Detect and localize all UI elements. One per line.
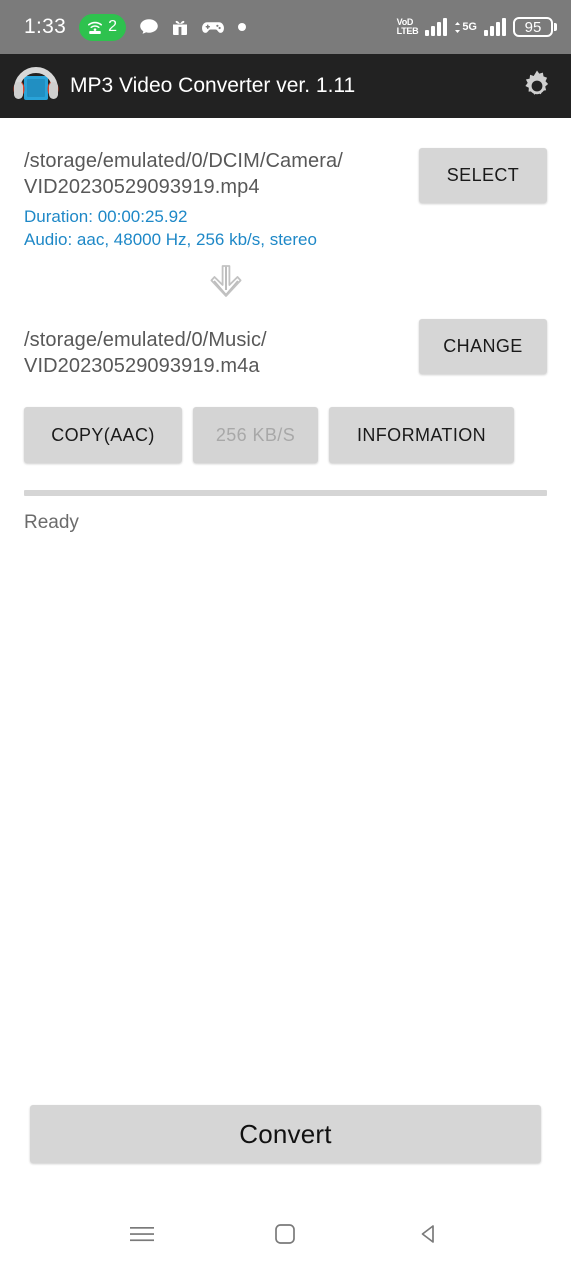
volte-line-1: VoD (396, 16, 414, 27)
arrow-down-icon (210, 265, 241, 297)
gear-icon[interactable] (517, 66, 557, 106)
battery-icon: 95 (513, 17, 557, 37)
output-path-line-1: /storage/emulated/0/Music/ (24, 329, 267, 351)
volte-icon: VoD LTEB (396, 16, 419, 37)
main-content: /storage/emulated/0/DCIM/Camera/ VID2023… (0, 118, 571, 534)
signal-bars-sim2-icon (484, 18, 506, 36)
home-square-icon[interactable] (257, 1212, 313, 1256)
dot-icon (237, 23, 246, 31)
game-controller-icon (201, 19, 225, 35)
input-file-paths: /storage/emulated/0/DCIM/Camera/ VID2023… (24, 118, 413, 251)
network-type-label: 5G (462, 20, 477, 33)
status-bar: 1:33 2 VoD LTEB 5G 95 (0, 0, 571, 54)
conversion-progress-bar (24, 490, 547, 496)
codec-button[interactable]: COPY(AAC) (24, 407, 182, 463)
information-button[interactable]: INFORMATION (329, 407, 514, 463)
bitrate-button[interactable]: 256 KB/S (193, 407, 318, 463)
convert-button-container: Convert (0, 1105, 571, 1163)
signal-bars-sim1-icon (425, 18, 448, 36)
battery-percent: 95 (513, 17, 553, 37)
input-audio-info: Audio: aac, 48000 Hz, 256 kb/s, stereo (24, 230, 317, 249)
output-file-row: /storage/emulated/0/Music/ VID2023052909… (24, 303, 547, 379)
change-button[interactable]: CHANGE (419, 319, 547, 374)
back-triangle-icon[interactable] (401, 1212, 457, 1256)
volte-line-2: LTEB (396, 26, 419, 36)
input-path-line-1: /storage/emulated/0/DCIM/Camera/ (24, 150, 343, 172)
convert-button[interactable]: Convert (30, 1105, 541, 1163)
input-duration: Duration: 00:00:25.92 (24, 207, 188, 226)
network-type-5g-icon: 5G (454, 20, 477, 33)
options-button-row: COPY(AAC) 256 KB/S INFORMATION (24, 407, 547, 463)
output-path-line-2: VID20230529093919.m4a (24, 355, 260, 377)
status-time: 1:33 (24, 15, 67, 38)
status-text: Ready (24, 512, 79, 533)
status-bar-left: 1:33 2 (24, 13, 397, 41)
hotspot-count: 2 (108, 18, 117, 35)
gift-box-icon (172, 19, 188, 36)
app-bar: MP3 Video Converter ver. 1.11 (0, 54, 571, 118)
input-path-line-2: VID20230529093919.mp4 (24, 176, 260, 198)
android-nav-bar (0, 1200, 571, 1268)
flow-arrow (24, 263, 427, 303)
input-file-row: /storage/emulated/0/DCIM/Camera/ VID2023… (24, 118, 547, 251)
headphones-app-icon (10, 62, 62, 110)
chat-bubble-icon (139, 18, 159, 36)
page-title: MP3 Video Converter ver. 1.11 (70, 74, 356, 97)
output-file-paths: /storage/emulated/0/Music/ VID2023052909… (24, 303, 413, 379)
select-button[interactable]: SELECT (419, 148, 547, 203)
wifi-hotspot-icon: 2 (79, 13, 126, 41)
menu-lines-icon[interactable] (114, 1212, 170, 1256)
status-bar-right: VoD LTEB 5G 95 (397, 17, 557, 37)
